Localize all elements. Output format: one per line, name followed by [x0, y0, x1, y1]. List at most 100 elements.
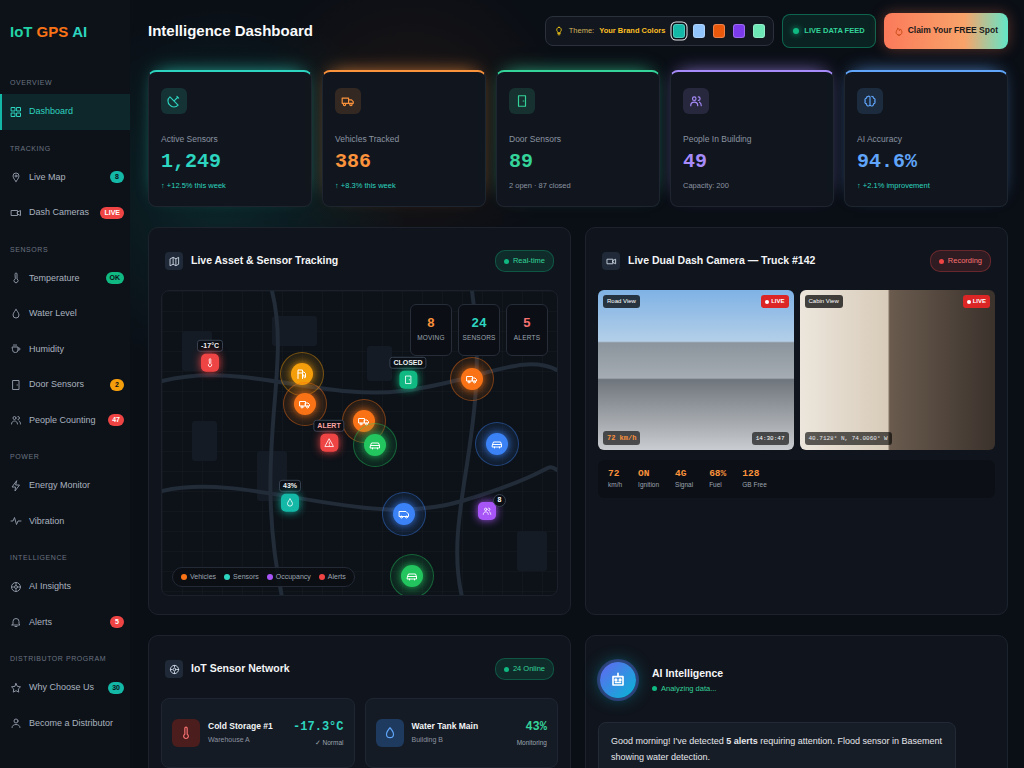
theme-swatch[interactable] [733, 24, 745, 38]
reading-value: 68% [709, 468, 726, 480]
marker-ring [390, 554, 434, 596]
legend-dot [181, 574, 187, 580]
sensor-item[interactable]: Water Tank MainBuilding B43%Monitoring [365, 698, 559, 768]
marker-square [399, 371, 417, 389]
ai-status-text: Analyzing data... [661, 683, 716, 694]
stat-cards: Active Sensors1,249↑ +12.5% this weekVeh… [148, 70, 1008, 207]
sidebar-item[interactable]: Vibration [0, 504, 130, 540]
sidebar-badge: 47 [108, 414, 124, 426]
satellite-icon [161, 88, 187, 114]
sidebar-label: Energy Monitor [29, 479, 124, 493]
sidebar-item[interactable]: Dash CamerasLIVE [0, 195, 130, 231]
theme-swatch[interactable] [713, 24, 725, 38]
map-marker[interactable]: ALERT [313, 420, 344, 452]
view-caption: 72 km/h [603, 431, 640, 446]
map-panel: Live Asset & Sensor TrackingReal-time8MO… [148, 227, 571, 615]
stat-card[interactable]: Active Sensors1,249↑ +12.5% this week [148, 70, 312, 207]
stat-value: 49 [683, 150, 821, 174]
stat-label: Vehicles Tracked [335, 133, 473, 146]
sidebar-label: People Counting [29, 414, 101, 428]
header-actions: Theme:Your Brand ColorsLIVE DATA FEEDCla… [545, 13, 1008, 49]
view-caption: 40.7128° N, 74.0060° W [805, 432, 892, 445]
map-marker[interactable]: 43% [279, 480, 301, 512]
stat-note: Capacity: 200 [683, 180, 821, 191]
stat-card[interactable]: AI Accuracy94.6%↑ +2.1% improvement [844, 70, 1008, 207]
sensor-item[interactable]: Cold Storage #1Warehouse A-17.3°C✓ Norma… [161, 698, 355, 768]
theme-label: Theme: [569, 25, 594, 36]
map-marker[interactable] [382, 492, 426, 536]
sidebar-item[interactable]: Live Map8 [0, 160, 130, 196]
ai-title-group: AI IntelligenceAnalyzing data... [652, 666, 723, 695]
stat-card[interactable]: Door Sensors892 open · 87 closed [496, 70, 660, 207]
sidebar-item[interactable]: Why Choose Us30 [0, 670, 130, 706]
robot-icon [600, 662, 636, 698]
counter-box: 5ALERTS [506, 304, 548, 356]
sensor-status: Monitoring [517, 738, 547, 748]
status-pill: Real-time [495, 250, 554, 271]
live-dot [765, 300, 769, 304]
marker-ring [353, 423, 397, 467]
sidebar-badge: LIVE [100, 207, 124, 219]
sidebar-section-title: POWER [0, 438, 130, 468]
theme-picker[interactable]: Theme:Your Brand Colors [545, 16, 775, 46]
sidebar-item[interactable]: Become a Distributor [0, 706, 130, 742]
counter-label: SENSORS [462, 333, 495, 343]
sidebar-item[interactable]: Door Sensors2 [0, 367, 130, 403]
logo-part: GPS [37, 21, 69, 44]
map-marker[interactable]: -17°C [197, 340, 223, 372]
legend-label: Sensors [233, 572, 259, 583]
claim-button[interactable]: Claim Your FREE Spot [884, 13, 1008, 49]
reading-value: 128 [742, 468, 767, 480]
sidebar-item[interactable]: TemperatureOK [0, 261, 130, 297]
panel-title-group: IoT Sensor Network [165, 660, 290, 678]
status-dot [504, 259, 509, 264]
camera-feed[interactable]: Road ViewLIVE72 km/h14:30:47 [598, 290, 794, 450]
sidebar-item[interactable]: Energy Monitor [0, 468, 130, 504]
marker-square [281, 494, 299, 512]
theme-swatch[interactable] [673, 24, 685, 38]
brain-icon [857, 88, 883, 114]
sidebar-badge: OK [106, 272, 125, 284]
sensor-location: Building B [412, 735, 509, 746]
stat-note: 2 open · 87 closed [509, 180, 647, 191]
sidebar-item[interactable]: Alerts5 [0, 605, 130, 641]
sidebar-label: Door Sensors [29, 378, 103, 392]
map-marker[interactable] [353, 423, 397, 467]
sidebar-label: AI Insights [29, 580, 124, 594]
map-marker[interactable]: 8 [478, 502, 496, 520]
legend-item: Alerts [319, 572, 346, 583]
panel-title: Live Asset & Sensor Tracking [191, 253, 338, 269]
map-marker[interactable] [390, 554, 434, 596]
legend-item: Vehicles [181, 572, 216, 583]
ai-message: Good morning! I've detected 5 alerts req… [598, 722, 956, 768]
sidebar-label: Water Level [29, 307, 124, 321]
map-marker[interactable] [450, 357, 494, 401]
sensor-location: Warehouse A [208, 735, 285, 746]
theme-swatch[interactable] [693, 24, 705, 38]
stat-card[interactable]: Vehicles Tracked386↑ +8.3% this week [322, 70, 486, 207]
fire-icon [894, 26, 904, 36]
sidebar-item[interactable]: Water Level [0, 296, 130, 332]
map-canvas[interactable]: 8MOVING24SENSORS5ALERTS-17°CALERTCLOSED4… [161, 290, 558, 596]
stat-card[interactable]: People In Building49Capacity: 200 [670, 70, 834, 207]
sidebar-item[interactable]: AI Insights [0, 569, 130, 605]
map-marker[interactable]: CLOSED [389, 357, 426, 389]
marker-count: 8 [493, 494, 506, 507]
map-marker[interactable] [475, 422, 519, 466]
sensor-list: Cold Storage #1Warehouse A-17.3°C✓ Norma… [161, 698, 558, 768]
van-icon [398, 508, 410, 520]
car-icon [369, 439, 381, 451]
sidebar-item[interactable]: Dashboard [0, 94, 130, 130]
theme-swatch[interactable] [753, 24, 765, 38]
sidebar-item[interactable]: People Counting 47 [0, 403, 130, 439]
logo[interactable]: IoTGPSAI [0, 0, 130, 64]
sidebar-item[interactable]: Humidity [0, 332, 130, 368]
live-dot [793, 28, 799, 34]
legend-item: Occupancy [267, 572, 311, 583]
camera-feed[interactable]: Cabin ViewLIVE40.7128° N, 74.0060° W [800, 290, 996, 450]
drop-icon [285, 498, 295, 508]
legend-dot [319, 574, 325, 580]
live-badge: LIVE [761, 295, 788, 308]
reading-unit: GB Free [742, 480, 767, 490]
marker-tag: 43% [279, 480, 301, 492]
